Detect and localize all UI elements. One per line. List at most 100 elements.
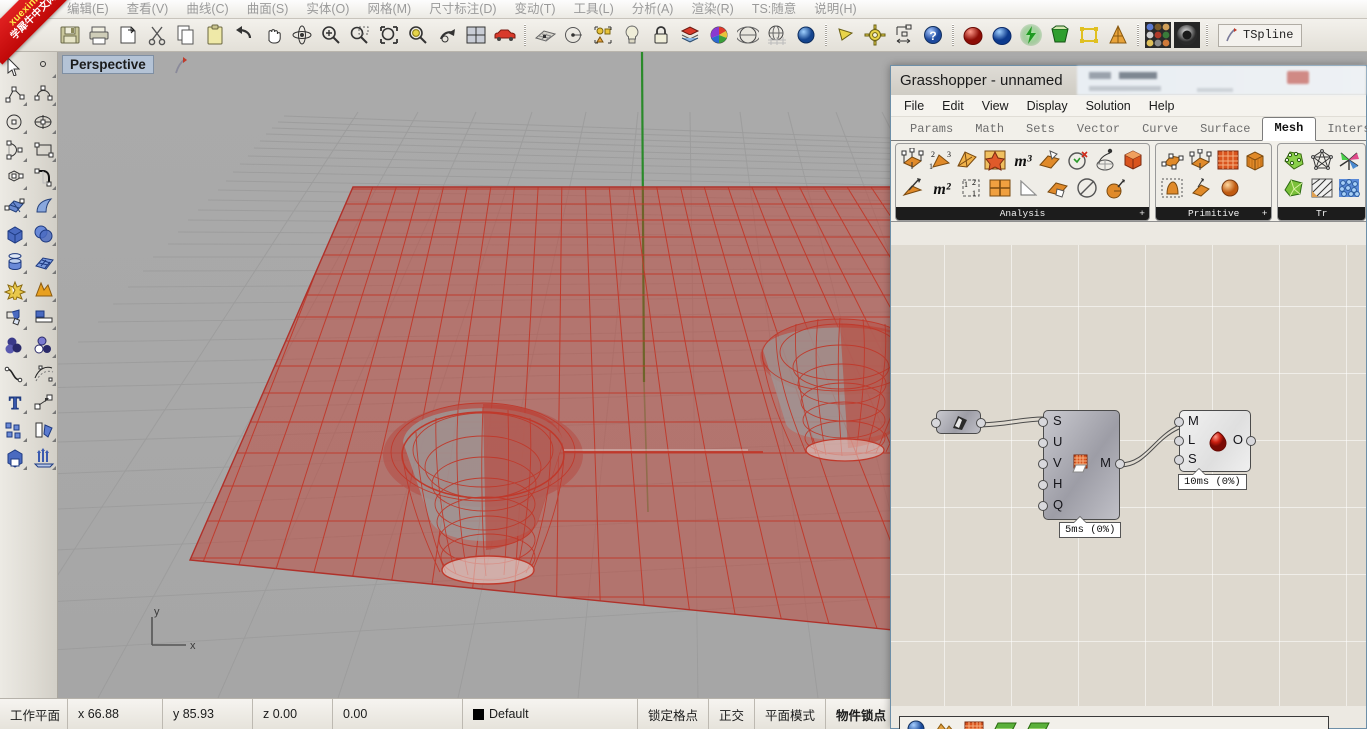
input-port-Q[interactable] <box>1038 501 1048 511</box>
extrude-icon[interactable] <box>29 416 58 444</box>
yellow-frame-icon[interactable] <box>1075 22 1102 49</box>
menu-item-surface[interactable]: 曲面(S) <box>238 0 298 19</box>
proximity-lines-icon[interactable] <box>1309 174 1335 201</box>
viewport-tspline-icon[interactable] <box>171 56 189 81</box>
status-toggle-ortho[interactable]: 正交 <box>709 699 756 729</box>
mesh-triangle-icon[interactable] <box>1015 174 1042 201</box>
mesh-plane-primitive-icon[interactable] <box>1159 146 1185 173</box>
mesh-quad-icon[interactable] <box>955 146 981 173</box>
gumball-icon[interactable] <box>832 22 859 49</box>
mesh-vertex-index-icon[interactable]: 121 <box>957 174 984 201</box>
car-icon[interactable] <box>491 22 518 49</box>
input-port-S[interactable] <box>1174 455 1184 465</box>
tab-math[interactable]: Math <box>964 119 1015 140</box>
box-icon[interactable] <box>0 220 29 248</box>
facet-dome-icon[interactable] <box>1281 174 1307 201</box>
param-input-port[interactable] <box>931 418 941 428</box>
mesh-grid-primitive-icon[interactable] <box>1215 146 1241 173</box>
mesh-volume-icon[interactable]: m³ <box>1010 146 1036 173</box>
mesh-sphere-primitive-icon[interactable] <box>1217 174 1244 201</box>
menu-item-solid[interactable]: 实体(O) <box>297 0 358 19</box>
lock-icon[interactable] <box>647 22 674 49</box>
material-swatch-icon[interactable] <box>1144 22 1171 49</box>
dimension-icon[interactable] <box>890 22 917 49</box>
mesh-eval-icon[interactable] <box>1065 146 1091 173</box>
menu-item-tools[interactable]: 工具(L) <box>565 0 623 19</box>
blue-material-icon[interactable] <box>988 22 1015 49</box>
grid-texture-icon[interactable] <box>961 717 987 729</box>
viewport-layout-icon[interactable] <box>462 22 489 49</box>
zoom-selected-icon[interactable] <box>404 22 431 49</box>
tab-intersect[interactable]: Intersect <box>1316 119 1367 140</box>
grasshopper-title-bar[interactable]: Grasshopper - unnamed <box>891 66 1366 95</box>
node-geometry-param[interactable] <box>931 410 986 434</box>
gh-menu-view[interactable]: View <box>982 99 1009 113</box>
point-object-icon[interactable] <box>560 22 587 49</box>
undo-icon[interactable] <box>230 22 257 49</box>
grasshopper-canvas[interactable]: S U V H Q M 5ms (0%) M L S O 10ms (0%) <box>891 245 1366 706</box>
light-icon[interactable] <box>618 22 645 49</box>
menu-item-curve[interactable]: 曲线(C) <box>177 0 237 19</box>
layer-icon[interactable] <box>676 22 703 49</box>
tab-mesh[interactable]: Mesh <box>1261 117 1317 141</box>
input-port-L[interactable] <box>1174 436 1184 446</box>
group-expand-plus[interactable]: + <box>1139 207 1145 220</box>
mesh-area-icon[interactable]: m² <box>928 174 955 201</box>
voronoi-cell-icon[interactable] <box>1336 146 1362 173</box>
sphere-icon[interactable] <box>29 220 58 248</box>
redo-view-icon[interactable] <box>433 22 460 49</box>
input-port-S[interactable] <box>1038 417 1048 427</box>
rectangle-icon[interactable] <box>29 136 58 164</box>
blend-curve-icon[interactable] <box>0 360 29 388</box>
cut-icon[interactable] <box>143 22 170 49</box>
trim-icon[interactable] <box>0 304 29 332</box>
viewport-label[interactable]: Perspective <box>62 55 154 74</box>
curve-icon[interactable] <box>29 80 58 108</box>
populate-points-icon[interactable] <box>1336 174 1362 201</box>
surface-loft-icon[interactable] <box>29 192 58 220</box>
param-output-port[interactable] <box>976 418 986 428</box>
tab-curve[interactable]: Curve <box>1131 119 1189 140</box>
boolean-union-icon[interactable] <box>0 332 29 360</box>
gh-menu-help[interactable]: Help <box>1149 99 1175 113</box>
tab-vector[interactable]: Vector <box>1066 119 1131 140</box>
boolean-difference-icon[interactable] <box>29 332 58 360</box>
help-icon[interactable]: ? <box>919 22 946 49</box>
surface-from-curves-icon[interactable] <box>0 192 29 220</box>
text-icon[interactable]: T <box>0 388 29 416</box>
green-panel-icon-2[interactable] <box>1023 717 1053 729</box>
paste-icon[interactable] <box>201 22 228 49</box>
split-icon[interactable] <box>29 304 58 332</box>
offset-curve-icon[interactable] <box>29 360 58 388</box>
input-port-U[interactable] <box>1038 438 1048 448</box>
red-material-icon[interactable] <box>959 22 986 49</box>
ellipse-icon[interactable] <box>29 108 58 136</box>
mesh-closest-point-icon[interactable] <box>1038 146 1064 173</box>
rotate-view-icon[interactable] <box>288 22 315 49</box>
group-expand-plus[interactable]: + <box>1262 207 1268 220</box>
status-cplane[interactable]: 工作平面 <box>0 699 68 729</box>
tab-surface[interactable]: Surface <box>1189 119 1261 140</box>
node-mesh-surface-component[interactable]: S U V H Q M 5ms (0%) <box>1038 410 1125 538</box>
copy-icon[interactable] <box>172 22 199 49</box>
mesh-nearest-icon[interactable] <box>1093 146 1119 173</box>
menu-item-mesh[interactable]: 网格(M) <box>358 0 420 19</box>
green-box-icon[interactable] <box>1046 22 1073 49</box>
explode-icon[interactable] <box>0 276 29 304</box>
group-icon[interactable] <box>589 22 616 49</box>
mesh-edges-icon[interactable] <box>899 146 925 173</box>
polyline-icon[interactable] <box>0 80 29 108</box>
mesh-box-icon[interactable] <box>1120 146 1146 173</box>
mesh-plane-icon[interactable] <box>29 248 58 276</box>
menu-item-analyze[interactable]: 分析(A) <box>623 0 683 19</box>
mesh-star-icon[interactable] <box>982 146 1008 173</box>
shade-icon[interactable] <box>734 22 761 49</box>
fillet-curve-icon[interactable] <box>29 164 58 192</box>
pan-icon[interactable] <box>259 22 286 49</box>
status-toggle-osnap[interactable]: 物件锁点 <box>826 699 898 729</box>
settings-icon[interactable] <box>861 22 888 49</box>
export-icon[interactable] <box>114 22 141 49</box>
boolean-icon[interactable] <box>29 276 58 304</box>
circle-icon[interactable] <box>0 108 29 136</box>
gh-menu-solution[interactable]: Solution <box>1086 99 1131 113</box>
